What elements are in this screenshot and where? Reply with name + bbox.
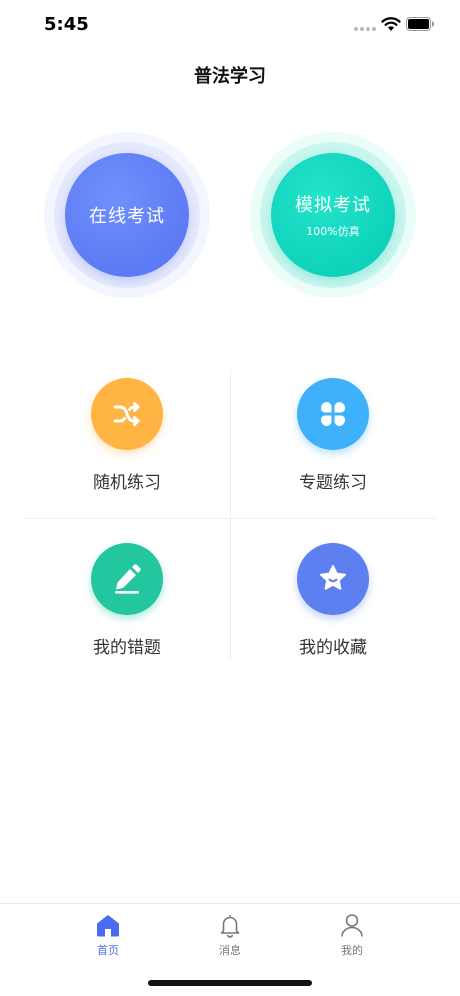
grid-divider-horizontal: [24, 518, 436, 519]
practice-grid: 随机练习 专题练习 我的错题 我的收藏: [24, 370, 436, 660]
topic-practice-label: 专题练习: [299, 473, 367, 493]
random-practice-label: 随机练习: [93, 473, 161, 493]
wifi-icon: [381, 17, 401, 31]
mock-exam-subtitle: 100%仿真: [306, 225, 360, 238]
tab-messages-label: 消息: [219, 944, 241, 957]
wrong-questions-button[interactable]: 我的错题: [24, 543, 230, 658]
grid-icon: [297, 378, 369, 450]
tab-messages[interactable]: 消息: [190, 912, 270, 958]
topic-practice-button[interactable]: 专题练习: [230, 378, 436, 493]
random-practice-button[interactable]: 随机练习: [24, 378, 230, 493]
tab-home[interactable]: 首页: [68, 912, 148, 958]
mock-exam-button[interactable]: 模拟考试 100%仿真: [271, 153, 395, 277]
user-icon: [341, 914, 363, 937]
battery-icon: [406, 17, 434, 31]
status-time: 5:45: [44, 14, 89, 35]
status-bar: 5:45: [0, 0, 460, 50]
star-icon: [297, 543, 369, 615]
tab-profile-label: 我的: [341, 944, 363, 957]
wrong-questions-label: 我的错题: [93, 638, 161, 658]
bell-icon: [220, 915, 240, 938]
signal-dots-icon: [354, 27, 376, 33]
online-exam-label: 在线考试: [89, 206, 165, 227]
mock-exam-label: 模拟考试: [295, 195, 371, 216]
home-icon: [97, 915, 119, 937]
shuffle-icon: [91, 378, 163, 450]
page-title: 普法学习: [194, 66, 266, 87]
favorites-label: 我的收藏: [299, 638, 367, 658]
online-exam-button[interactable]: 在线考试: [65, 153, 189, 277]
pencil-icon: [91, 543, 163, 615]
favorites-button[interactable]: 我的收藏: [230, 543, 436, 658]
home-indicator[interactable]: [148, 980, 312, 986]
tab-profile[interactable]: 我的: [312, 912, 392, 958]
tab-home-label: 首页: [97, 944, 119, 957]
